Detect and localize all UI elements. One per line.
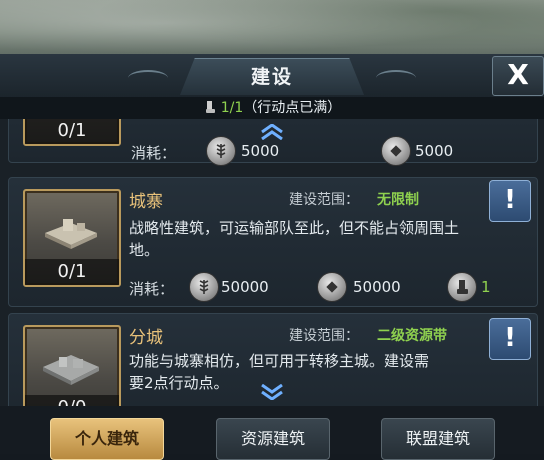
building-count: 0/1: [25, 259, 119, 285]
building-thumbnail: 0/1: [23, 189, 121, 287]
food-cost: 5000: [241, 142, 280, 160]
building-count: 0/1: [25, 119, 119, 144]
boot-icon: [447, 272, 477, 302]
building-name: 分城: [129, 328, 163, 348]
info-button[interactable]: !: [489, 318, 531, 360]
action-points-value: 1/1: [220, 100, 244, 116]
chevron-up-icon[interactable]: [259, 124, 285, 140]
building-description: 战略性建筑，可运输部队至此，但不能占领周围土地。: [129, 219, 460, 259]
map-background: [0, 0, 544, 58]
building-name: 城寨: [129, 192, 163, 212]
coin-icon: [317, 272, 347, 302]
building-card-fort[interactable]: 0/1 城寨 建设范围： 无限制 ! 战略性建筑，可运输部队至此，但不能占领周围…: [8, 177, 538, 307]
silver-cost: 50000: [353, 278, 401, 296]
wheat-icon: [206, 136, 236, 166]
building-count: 0/0: [25, 395, 119, 406]
building-thumbnail: 0/1: [23, 119, 121, 146]
header-ornament-left: [128, 70, 168, 86]
coin-icon: [381, 136, 411, 166]
building-list[interactable]: 0/1 消耗： 5000 5000 0/1 城寨 建设范围： 无限制 ! 战略性…: [0, 119, 544, 406]
scope-label: 建设范围：: [289, 328, 359, 344]
silver-cost: 5000: [415, 142, 454, 160]
action-point-cost: 1: [481, 278, 491, 296]
food-cost: 50000: [221, 278, 269, 296]
scope-value: 无限制: [377, 192, 419, 208]
action-points-bar: 1/1（行动点已满）: [0, 97, 544, 119]
action-points-status: （行动点已满）: [243, 100, 342, 116]
category-tabs: 个人建筑 资源建筑 联盟建筑: [0, 406, 544, 460]
cost-label: 消耗：: [129, 280, 175, 298]
scope-label: 建设范围：: [289, 192, 359, 208]
building-description: 功能与城寨相仿，但可用于转移主城。建设需要2点行动点。: [129, 352, 430, 392]
info-button[interactable]: !: [489, 180, 531, 222]
branch-city-icon: [43, 355, 99, 385]
scope-value: 二级资源带: [377, 328, 447, 344]
building-thumbnail: 0/0: [23, 325, 121, 406]
cost-label: 消耗：: [131, 144, 177, 162]
wheat-icon: [189, 272, 219, 302]
close-button[interactable]: X: [492, 56, 544, 96]
page-title: 建设: [250, 66, 293, 88]
boot-icon: [205, 101, 215, 113]
chevron-down-icon[interactable]: [259, 384, 285, 400]
fort-icon: [45, 219, 97, 249]
header-ornament-right: [376, 70, 416, 86]
